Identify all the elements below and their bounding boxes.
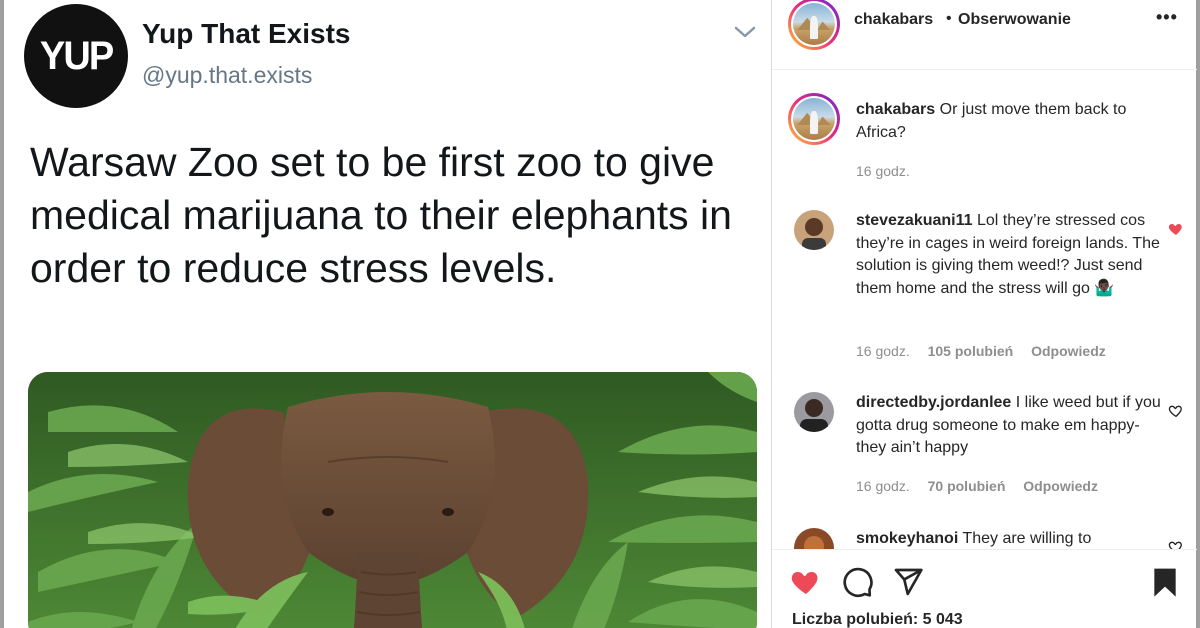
caption-username[interactable]: chakabars [856,101,935,118]
comment-username[interactable]: stevezakuani11 [856,212,973,229]
comment-likes-count[interactable]: 70 polubień [928,478,1006,494]
comments-list[interactable]: chakabars Or just move them back to Afri… [772,71,1197,549]
comment-time[interactable]: 16 godz. [856,478,910,494]
post-author-avatar[interactable] [788,0,840,50]
commenter-photo [794,210,834,250]
commenter-photo [794,528,834,549]
caption-time[interactable]: 16 godz. [856,163,910,179]
tweet-avatar: YUP [24,4,128,108]
reply-button[interactable]: Odpowiedz [1031,343,1106,359]
comment-text-block: directedby.jordanlee I like weed but if … [856,392,1161,460]
caption-text-block: chakabars Or just move them back to Afri… [856,99,1161,144]
elephant-illustration [28,372,757,628]
commenter-avatar[interactable] [794,392,834,432]
more-options-icon[interactable]: ••• [1156,7,1178,28]
post-actions-bar: Liczba polubień: 5 043 [772,549,1197,628]
bookmark-filled-icon[interactable] [1149,566,1181,598]
header-separator: • [946,10,952,27]
heart-filled-icon[interactable] [790,566,822,598]
comment-icon[interactable] [842,566,874,598]
comment-time[interactable]: 16 godz. [856,343,910,359]
commenter-photo [794,392,834,432]
tweet-display-name: Yup That Exists [142,18,351,49]
chevron-down-icon [734,26,756,38]
caption-meta: 16 godz. [856,163,924,179]
tweet-text: Warsaw Zoo set to be first zoo to give m… [30,139,732,291]
following-button[interactable]: Obserwowanie [958,11,1071,29]
post-author-username[interactable]: chakabars [854,11,933,29]
post-header: chakabars • Obserwowanie ••• [772,0,1197,70]
comment-likes-count[interactable]: 105 polubień [928,343,1014,359]
comment-text-block: stevezakuani11 Lol they’re stressed cos … [856,210,1161,300]
likes-count[interactable]: Liczba polubień: 5 043 [792,611,963,628]
instagram-post-panel: chakabars • Obserwowanie ••• chakabars O… [771,0,1200,628]
tweet-avatar-logo: YUP [39,33,114,78]
commenter-avatar[interactable] [794,210,834,250]
caption-author-avatar[interactable] [788,93,840,145]
comment-text: They are willing to [962,530,1092,547]
elephant-photo [28,372,757,628]
share-icon[interactable] [892,566,924,598]
comment-meta: 16 godz. 70 polubień Odpowiedz [856,478,1112,494]
comment-username[interactable]: directedby.jordanlee [856,394,1011,411]
tweet-image: YUP Yup That Exists @yup.that.exists War… [0,0,771,628]
comment-text-block: smokeyhanoi They are willing to [856,528,1161,549]
commenter-avatar[interactable] [794,528,834,549]
heart-outline-icon[interactable] [1168,539,1184,549]
comment-meta: 16 godz. 105 polubień Odpowiedz [856,343,1120,359]
heart-outline-icon[interactable] [1168,403,1184,419]
heart-filled-icon[interactable] [1168,221,1184,237]
comment-username[interactable]: smokeyhanoi [856,530,958,547]
reply-button[interactable]: Odpowiedz [1023,478,1098,494]
tweet-handle: @yup.that.exists [142,62,313,88]
